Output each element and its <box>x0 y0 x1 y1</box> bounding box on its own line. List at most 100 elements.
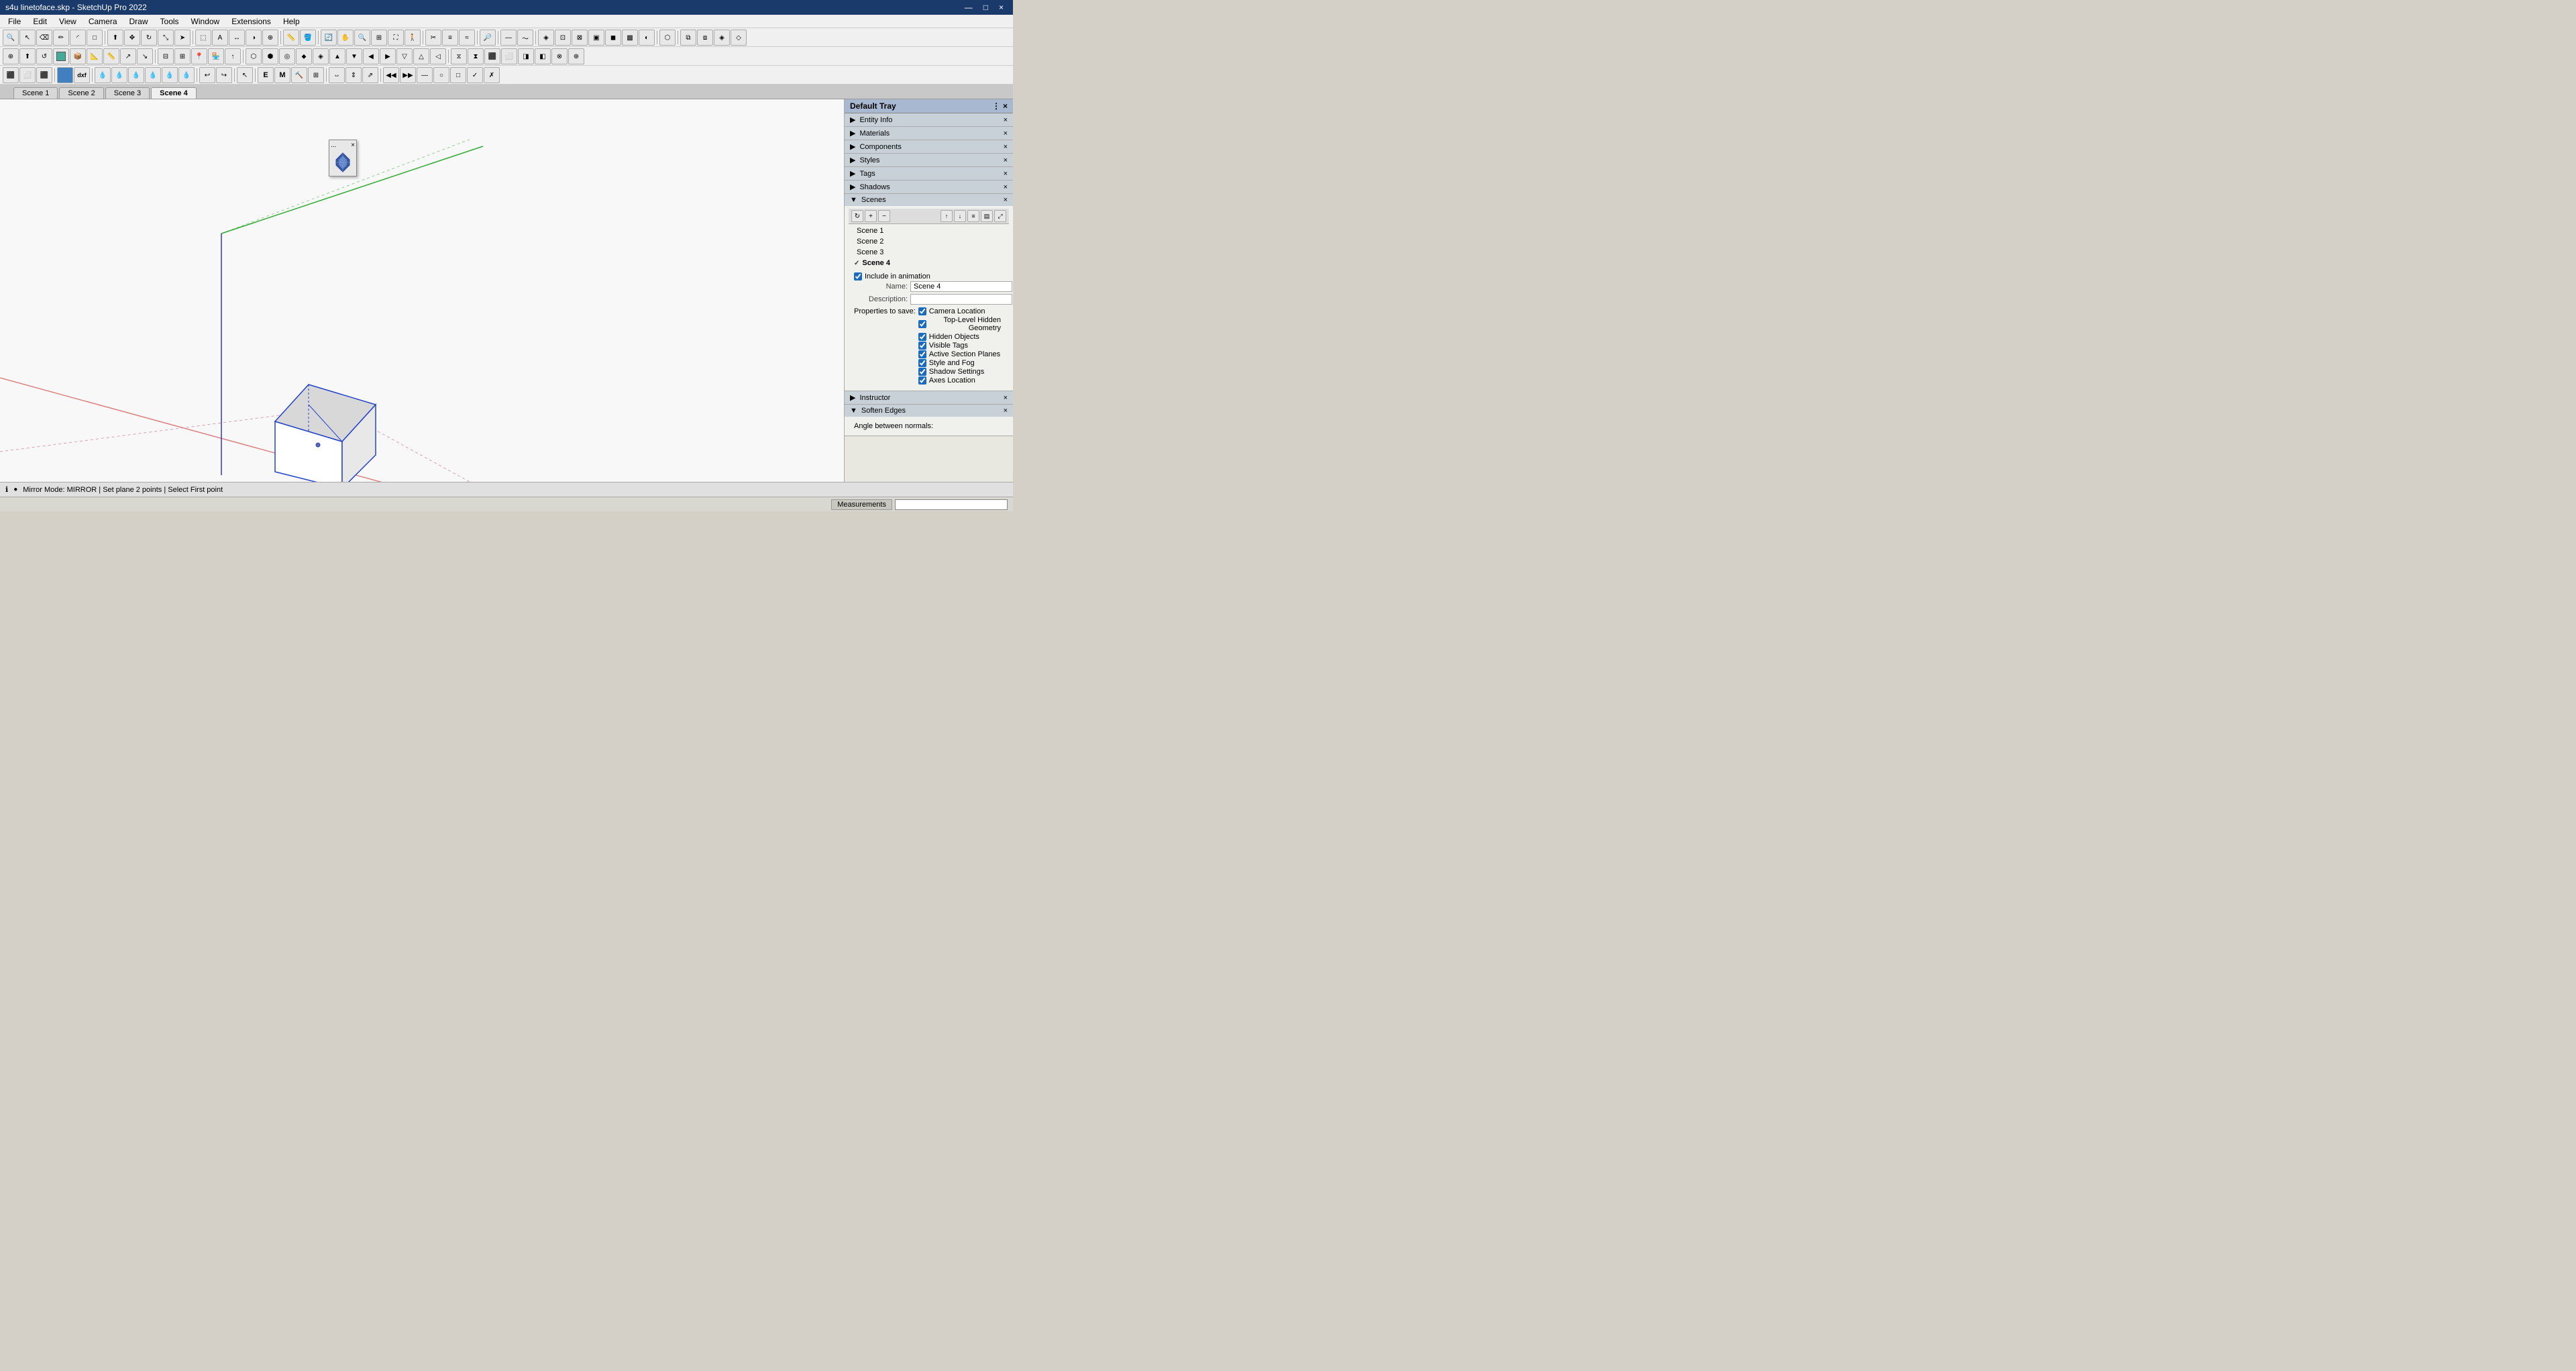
menu-window[interactable]: Window <box>186 15 225 28</box>
entity-info-close[interactable]: × <box>1004 116 1008 124</box>
comp5-button[interactable]: ↘ <box>137 48 153 64</box>
scenes-close[interactable]: × <box>1004 196 1008 204</box>
cursor-button[interactable]: ↖ <box>237 67 253 83</box>
scenes-refresh-button[interactable]: ↻ <box>851 210 863 222</box>
3d-view8-button[interactable]: ◀ <box>363 48 379 64</box>
comp3-button[interactable]: 📏 <box>103 48 119 64</box>
advanced3-button[interactable]: ⬛ <box>484 48 500 64</box>
description-input[interactable] <box>910 294 1012 305</box>
menu-help[interactable]: Help <box>278 15 305 28</box>
advanced5-button[interactable]: ◨ <box>518 48 534 64</box>
axes-location-checkbox[interactable] <box>918 376 926 385</box>
advanced6-button[interactable]: ◧ <box>535 48 551 64</box>
window-controls[interactable]: — □ × <box>961 3 1008 12</box>
menu-edit[interactable]: Edit <box>28 15 52 28</box>
zoom-window-button[interactable]: ⊞ <box>371 30 387 46</box>
measurements-input[interactable] <box>895 499 1008 510</box>
3d-view6-button[interactable]: ▲ <box>329 48 345 64</box>
scenes-header[interactable]: ▼ Scenes × <box>845 194 1013 206</box>
shadow-settings-checkbox[interactable] <box>918 368 926 376</box>
select-tool-button[interactable]: ↖ <box>19 30 36 46</box>
soften-edges-close[interactable]: × <box>1004 407 1008 415</box>
text-button[interactable]: A <box>212 30 228 46</box>
instructor-close[interactable]: × <box>1004 394 1008 402</box>
component-axes-button[interactable]: ⊕ <box>3 48 19 64</box>
3d-view5-button[interactable]: ◈ <box>313 48 329 64</box>
scene-tab-1[interactable]: Scene 1 <box>13 87 58 99</box>
comp4-button[interactable]: ↗ <box>120 48 136 64</box>
3d-view2-button[interactable]: ⬢ <box>262 48 278 64</box>
visible-tags-checkbox[interactable] <box>918 342 926 350</box>
maximize-button[interactable]: □ <box>979 3 992 12</box>
walk-button[interactable]: 🚶 <box>405 30 421 46</box>
section-plane-button[interactable]: ✂ <box>425 30 441 46</box>
dxf-button[interactable]: dxf <box>74 67 90 83</box>
components-header[interactable]: ▶ Components × <box>845 140 1013 153</box>
solid-tb1[interactable]: ⬛ <box>3 67 19 83</box>
axes-button[interactable]: ⊕ <box>262 30 278 46</box>
minimize-button[interactable]: — <box>961 3 977 12</box>
3d-view4-button[interactable]: ⬥ <box>296 48 312 64</box>
rotate2-button[interactable]: ↺ <box>36 48 52 64</box>
scenes-move-up-button[interactable]: ↑ <box>941 210 953 222</box>
redo-button[interactable]: ↪ <box>216 67 232 83</box>
menu-camera[interactable]: Camera <box>83 15 123 28</box>
make-group-button[interactable]: ⊞ <box>174 48 191 64</box>
get-models-button[interactable]: 🏪 <box>208 48 224 64</box>
3d-view11-button[interactable]: △ <box>413 48 429 64</box>
push-pull-button[interactable]: ⬆ <box>107 30 123 46</box>
zoom-button[interactable]: 🔍 <box>354 30 370 46</box>
hist-circle-button[interactable]: ○ <box>433 67 449 83</box>
solid-tb3[interactable]: ⬛ <box>36 67 52 83</box>
extra4-button[interactable]: ◇ <box>731 30 747 46</box>
back-edges-button[interactable]: ⊡ <box>555 30 571 46</box>
search-tool-button[interactable]: 🔍 <box>3 30 19 46</box>
comp2-button[interactable]: 📐 <box>87 48 103 64</box>
solid-tb2[interactable]: ⬜ <box>19 67 36 83</box>
scenes-details-button[interactable]: ▤ <box>981 210 993 222</box>
window2-button[interactable]: ⊞ <box>308 67 324 83</box>
advanced4-button[interactable]: ⬜ <box>501 48 517 64</box>
shadows-header[interactable]: ▶ Shadows × <box>845 181 1013 193</box>
shaded-with-textures-button[interactable]: ▩ <box>622 30 638 46</box>
tags-header[interactable]: ▶ Tags × <box>845 167 1013 180</box>
mirror3-button[interactable]: ⇗ <box>362 67 378 83</box>
advanced2-button[interactable]: ⧗ <box>468 48 484 64</box>
shadows-close[interactable]: × <box>1004 183 1008 191</box>
name-input[interactable] <box>910 281 1012 292</box>
mirror2-button[interactable]: ⇕ <box>345 67 362 83</box>
advanced7-button[interactable]: ⊗ <box>551 48 568 64</box>
hist-x-button[interactable]: ✗ <box>484 67 500 83</box>
drop5-button[interactable]: 💧 <box>162 67 178 83</box>
wireframe-button[interactable]: ⊠ <box>572 30 588 46</box>
scene-list-item-3[interactable]: Scene 3 <box>851 247 1006 258</box>
3d-view9-button[interactable]: ▶ <box>380 48 396 64</box>
3d-view10-button[interactable]: ▽ <box>396 48 413 64</box>
extra3-button[interactable]: ◈ <box>714 30 730 46</box>
followme-button[interactable]: ➤ <box>174 30 191 46</box>
offset-button[interactable]: ⬚ <box>195 30 211 46</box>
3d-view1-button[interactable]: ⬡ <box>246 48 262 64</box>
active-section-planes-checkbox[interactable] <box>918 350 926 358</box>
hist-fwd-button[interactable]: ▶▶ <box>400 67 416 83</box>
viewport[interactable]: ... × <box>0 99 844 482</box>
colors-button[interactable] <box>53 48 69 64</box>
float-widget-close[interactable]: × <box>351 142 355 149</box>
scenes-expand-button[interactable]: ⤢ <box>994 210 1006 222</box>
scene-list-item-4[interactable]: ✓ Scene 4 <box>851 258 1006 268</box>
hist-square-button[interactable]: □ <box>450 67 466 83</box>
scenes-move-down-button[interactable]: ↓ <box>954 210 966 222</box>
scene-tab-4[interactable]: Scene 4 <box>151 87 197 99</box>
extra1-button[interactable]: ⧉ <box>680 30 696 46</box>
float-widget[interactable]: ... × <box>329 140 357 176</box>
include-in-animation-checkbox[interactable] <box>854 272 862 281</box>
scenes-remove-button[interactable]: − <box>878 210 890 222</box>
components-close[interactable]: × <box>1004 143 1008 151</box>
drop2-button[interactable]: 💧 <box>111 67 127 83</box>
hist-check-button[interactable]: ✓ <box>467 67 483 83</box>
style-and-fog-checkbox[interactable] <box>918 359 926 367</box>
undo-button[interactable]: ↩ <box>199 67 215 83</box>
arc-button[interactable]: ◜ <box>70 30 86 46</box>
scale-button[interactable]: ⤡ <box>158 30 174 46</box>
display-section-cuts-button[interactable]: ≈ <box>459 30 475 46</box>
